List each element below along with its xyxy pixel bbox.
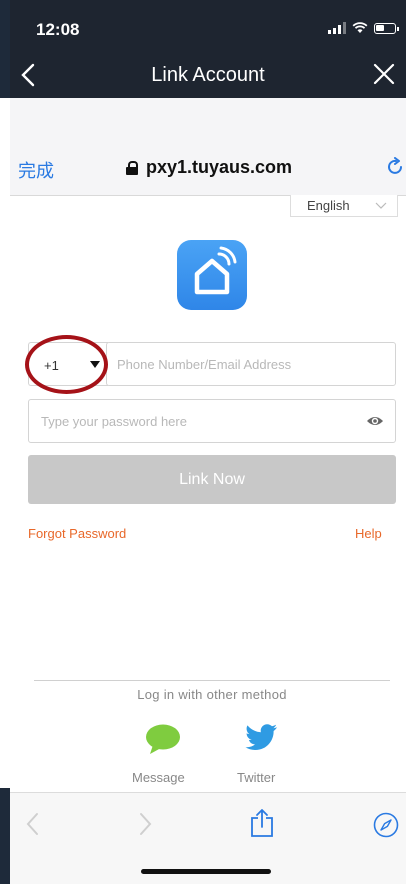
left-frame-light: [0, 98, 10, 788]
caret-down-icon: [90, 361, 100, 368]
eye-icon: [367, 417, 383, 425]
share-icon: [251, 809, 273, 837]
reload-button[interactable]: [385, 157, 405, 177]
link-now-button[interactable]: Link Now: [28, 455, 396, 504]
smart-home-icon: [194, 246, 237, 295]
address-bar: [10, 98, 406, 196]
chevron-down-icon: [375, 202, 387, 209]
message-label: Message: [132, 770, 185, 785]
divider: [34, 680, 390, 681]
message-login-button[interactable]: [145, 723, 181, 755]
message-icon: [146, 724, 180, 754]
reload-icon: [388, 157, 402, 174]
url-display[interactable]: pxy1.tuyaus.com: [126, 157, 292, 178]
safari-button[interactable]: [373, 812, 399, 838]
nav-title: Link Account: [151, 64, 265, 86]
other-method-heading: Log in with other method: [137, 687, 287, 702]
url-text: pxy1.tuyaus.com: [146, 157, 293, 177]
forgot-password-link[interactable]: Forgot Password: [28, 526, 126, 541]
phone-email-input[interactable]: [106, 342, 396, 386]
chevron-right-icon: [140, 813, 152, 835]
browser-forward-button[interactable]: [136, 812, 154, 836]
done-button[interactable]: 完成: [18, 157, 54, 183]
help-link[interactable]: Help: [355, 526, 382, 541]
country-code-select[interactable]: +1: [36, 350, 106, 380]
battery-icon: [374, 22, 399, 34]
show-password-toggle[interactable]: [366, 414, 384, 428]
share-button[interactable]: [250, 808, 274, 838]
language-select[interactable]: English: [290, 195, 398, 217]
country-code-value: +1: [44, 357, 59, 373]
wifi-icon: [352, 22, 368, 33]
compass-icon: [373, 812, 399, 838]
twitter-icon: [245, 724, 277, 750]
browser-back-button[interactable]: [24, 812, 42, 836]
close-icon: [373, 63, 395, 85]
twitter-login-button[interactable]: [244, 723, 278, 753]
twitter-label: Twitter: [237, 770, 276, 785]
lock-icon: [126, 160, 138, 175]
language-value: English: [307, 198, 350, 213]
signal-icon: [328, 22, 346, 34]
home-indicator: [141, 869, 271, 874]
status-icons: [328, 22, 399, 34]
chevron-left-icon: [26, 813, 38, 835]
app-logo: [177, 240, 247, 310]
password-input[interactable]: [28, 399, 396, 443]
close-button[interactable]: [372, 62, 398, 90]
status-time: 12:08: [36, 20, 80, 39]
